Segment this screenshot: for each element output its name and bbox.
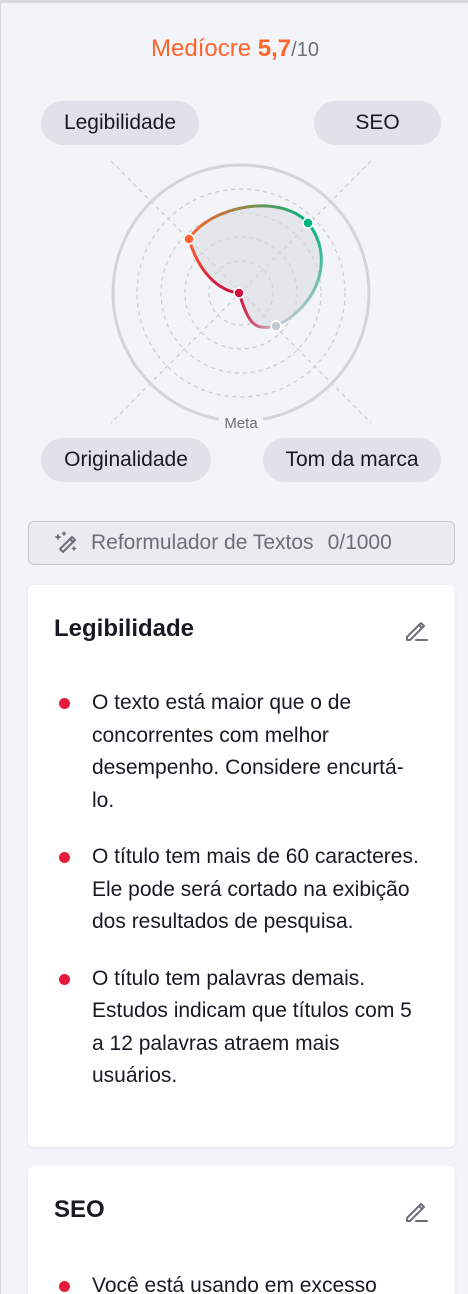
radar-point-legibilidade [183, 233, 195, 245]
card-seo: SEO Você está usando em excesso [28, 1166, 455, 1294]
content-score-panel: Medíocre 5,7/10 Legibilidade SEO Meta Or… [0, 0, 468, 1294]
overall-score: Medíocre 5,7/10 [1, 31, 468, 68]
rephraser-label: Reformulador de Textos [91, 531, 314, 554]
error-dot-icon [59, 698, 70, 709]
score-label: Medíocre [151, 35, 252, 62]
radar-point-seo [302, 217, 314, 229]
list-item[interactable]: O título tem mais de 60 caracteres. Ele … [54, 841, 424, 939]
card-legibilidade: Legibilidade O texto está maior que o de… [28, 585, 455, 1147]
radar-point-tom [270, 320, 282, 332]
axis-pill-legibilidade[interactable]: Legibilidade [41, 101, 199, 145]
issue-text: O título tem palavras demais. Estudos in… [92, 966, 412, 1088]
issue-list: Você está usando em excesso [54, 1270, 424, 1294]
axis-pill-originalidade[interactable]: Originalidade [41, 438, 211, 482]
error-dot-icon [59, 852, 70, 863]
pencil-icon[interactable] [403, 617, 429, 643]
error-dot-icon [59, 973, 70, 985]
issue-list: O texto está maior que o de concorrentes… [54, 687, 424, 1117]
axis-pill-seo[interactable]: SEO [314, 101, 441, 145]
score-radar-chart: Meta [110, 160, 372, 433]
issue-text: O texto está maior que o de concorrentes… [92, 691, 404, 812]
list-item[interactable]: O texto está maior que o de concorrentes… [54, 687, 424, 817]
meta-label: Meta [224, 415, 258, 432]
card-title: Legibilidade [54, 615, 195, 642]
card-title: SEO [54, 1196, 105, 1223]
radar-point-originalidade [233, 287, 245, 299]
error-dot-icon [59, 1281, 70, 1292]
magic-pen-icon [55, 531, 77, 553]
issue-text: O título tem mais de 60 caracteres. Ele … [92, 845, 419, 933]
issue-text: Você está usando em excesso [92, 1274, 377, 1294]
pencil-icon[interactable] [403, 1198, 429, 1224]
score-max: /10 [291, 39, 319, 61]
list-item[interactable]: O título tem palavras demais. Estudos in… [54, 963, 424, 1093]
list-item[interactable]: Você está usando em excesso [54, 1270, 424, 1294]
rephraser-count: 0/1000 [327, 531, 392, 554]
axis-pill-tom-da-marca[interactable]: Tom da marca [263, 438, 441, 482]
rephraser-button[interactable]: Reformulador de Textos 0/1000 [28, 521, 455, 565]
score-value: 5,7 [257, 35, 292, 62]
